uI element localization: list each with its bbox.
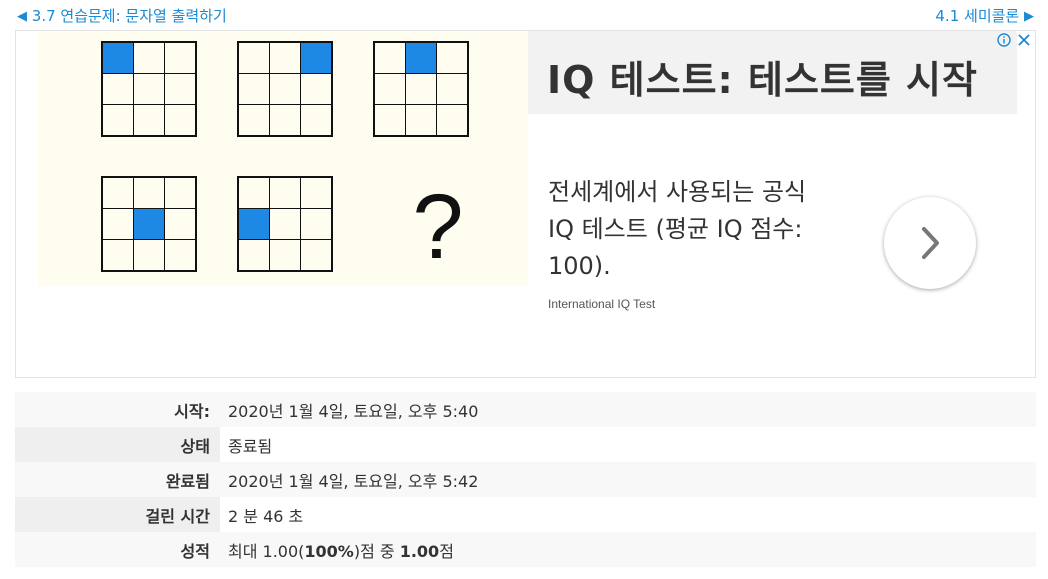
puzzle-cell bbox=[270, 74, 300, 104]
puzzle-cell bbox=[270, 105, 300, 135]
grade-suffix: 점 bbox=[439, 541, 454, 561]
puzzle-cell bbox=[134, 240, 164, 270]
puzzle-cell bbox=[134, 105, 164, 135]
triangle-left-icon: ◀ bbox=[17, 9, 27, 24]
puzzle-cell-highlighted bbox=[239, 209, 269, 239]
puzzle-cell bbox=[103, 105, 133, 135]
puzzle-cell bbox=[165, 240, 195, 270]
puzzle-cell bbox=[103, 209, 133, 239]
puzzle-cell bbox=[437, 74, 467, 104]
puzzle-cell bbox=[375, 74, 405, 104]
question-mark: ? bbox=[412, 176, 464, 278]
puzzle-cell bbox=[239, 74, 269, 104]
summary-row-started: 시작: 2020년 1월 4일, 토요일, 오후 5:40 bbox=[15, 392, 1036, 427]
summary-label: 완료됨 bbox=[15, 462, 220, 497]
puzzle-grid bbox=[237, 176, 333, 272]
summary-label: 성적 bbox=[15, 532, 220, 567]
ad-source[interactable]: International IQ Test bbox=[548, 297, 655, 311]
puzzle-cell-highlighted bbox=[103, 43, 133, 73]
info-circle-icon[interactable] bbox=[996, 33, 1011, 47]
grade-score: 1.00 bbox=[399, 541, 440, 561]
prev-activity-link[interactable]: ◀ 3.7 연습문제: 문자열 출력하기 bbox=[17, 5, 227, 26]
puzzle-cell bbox=[301, 209, 331, 239]
ad-choices[interactable] bbox=[996, 33, 1031, 49]
summary-label: 상태 bbox=[15, 427, 220, 462]
ad-title-bar[interactable]: IQ 테스트: 테스트를 시작 bbox=[528, 31, 1017, 114]
puzzle-cell bbox=[165, 43, 195, 73]
puzzle-cell bbox=[165, 209, 195, 239]
puzzle-cell bbox=[239, 240, 269, 270]
ad-description[interactable]: 전세계에서 사용되는 공식 IQ 테스트 (평균 IQ 점수: 100). bbox=[548, 174, 838, 285]
grade-value: 최대 1.00(100%)점 중 1.00점 bbox=[220, 532, 1036, 567]
puzzle-cell bbox=[239, 178, 269, 208]
puzzle-cell bbox=[134, 178, 164, 208]
puzzle-cell bbox=[103, 178, 133, 208]
puzzle-cell bbox=[270, 240, 300, 270]
puzzle-cell bbox=[270, 209, 300, 239]
puzzle-cell bbox=[406, 74, 436, 104]
summary-value: 종료됨 bbox=[220, 427, 1036, 462]
puzzle-cell bbox=[437, 43, 467, 73]
puzzle-grid bbox=[101, 176, 197, 272]
puzzle-cell bbox=[270, 178, 300, 208]
puzzle-cell bbox=[270, 43, 300, 73]
puzzle-cell-highlighted bbox=[301, 43, 331, 73]
close-icon[interactable] bbox=[1017, 33, 1031, 47]
summary-row-time-taken: 걸린 시간 2 분 46 초 bbox=[15, 497, 1036, 532]
puzzle-cell bbox=[375, 43, 405, 73]
next-activity-link[interactable]: 4.1 세미콜론 ▶ bbox=[935, 5, 1034, 26]
puzzle-cell bbox=[134, 43, 164, 73]
puzzle-cell bbox=[165, 105, 195, 135]
prev-activity-label: 3.7 연습문제: 문자열 출력하기 bbox=[31, 7, 227, 25]
summary-value: 2020년 1월 4일, 토요일, 오후 5:42 bbox=[228, 471, 479, 491]
puzzle-cell bbox=[165, 74, 195, 104]
ad-open-button[interactable] bbox=[884, 197, 976, 289]
puzzle-grid bbox=[101, 41, 197, 137]
ad-puzzle-image[interactable]: ? bbox=[38, 31, 528, 286]
grade-middle: )점 중 bbox=[353, 541, 400, 561]
puzzle-cell bbox=[301, 178, 331, 208]
summary-value: 2 분 46 초 bbox=[220, 497, 1036, 532]
quiz-summary-table: 시작: 2020년 1월 4일, 토요일, 오후 5:40 상태 종료됨 완료됨… bbox=[15, 392, 1036, 567]
triangle-right-icon: ▶ bbox=[1024, 9, 1034, 24]
puzzle-cell bbox=[301, 74, 331, 104]
summary-row-state: 상태 종료됨 bbox=[15, 427, 1036, 462]
ad-title[interactable]: IQ 테스트: 테스트를 시작 bbox=[547, 49, 978, 104]
puzzle-cell bbox=[103, 240, 133, 270]
puzzle-cell bbox=[406, 105, 436, 135]
puzzle-cell bbox=[437, 105, 467, 135]
puzzle-grid bbox=[373, 41, 469, 137]
chevron-right-icon bbox=[922, 227, 939, 259]
puzzle-cell-highlighted bbox=[406, 43, 436, 73]
puzzle-cell bbox=[239, 43, 269, 73]
puzzle-cell bbox=[375, 105, 405, 135]
summary-label: 시작: bbox=[15, 392, 220, 427]
summary-label: 걸린 시간 bbox=[15, 497, 220, 532]
advertisement[interactable]: ? IQ 테스트: 테스트를 시작 전세계에서 사용되는 공식 IQ 테스트 (… bbox=[15, 30, 1036, 378]
puzzle-cell bbox=[301, 240, 331, 270]
next-activity-label: 4.1 세미콜론 bbox=[935, 7, 1020, 25]
puzzle-cell bbox=[134, 74, 164, 104]
puzzle-cell bbox=[239, 105, 269, 135]
puzzle-grid bbox=[237, 41, 333, 137]
puzzle-cell bbox=[165, 178, 195, 208]
summary-value: 2020년 1월 4일, 토요일, 오후 5:40 bbox=[228, 401, 479, 421]
puzzle-cell bbox=[301, 105, 331, 135]
grade-percent: 100% bbox=[304, 541, 354, 561]
puzzle-cell-highlighted bbox=[134, 209, 164, 239]
summary-row-grade: 성적 최대 1.00(100%)점 중 1.00점 bbox=[15, 532, 1036, 567]
puzzle-cell bbox=[103, 74, 133, 104]
summary-row-completed: 완료됨 2020년 1월 4일, 토요일, 오후 5:42 bbox=[15, 462, 1036, 497]
grade-prefix: 최대 1.00( bbox=[228, 541, 305, 561]
